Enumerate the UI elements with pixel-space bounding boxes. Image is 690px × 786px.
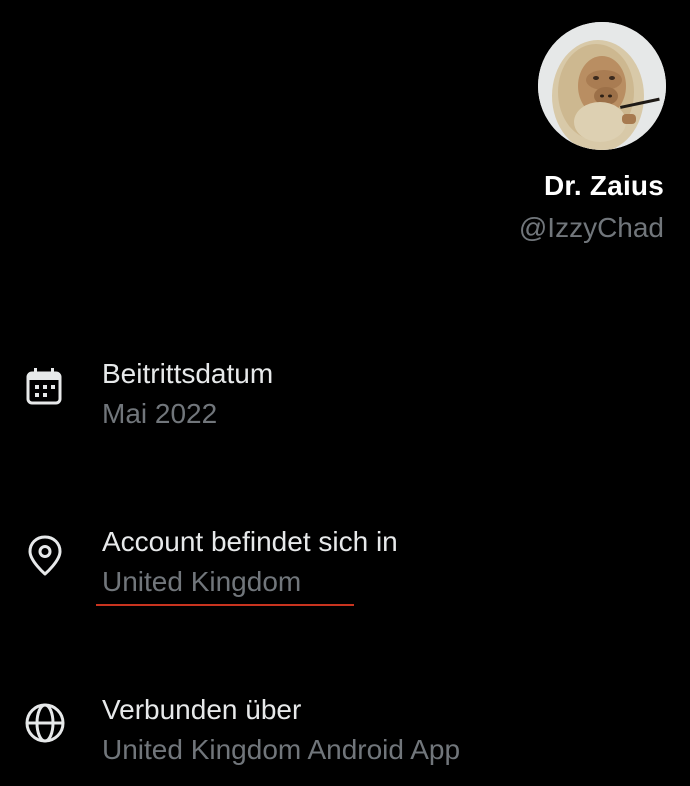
username-handle: @IzzyChad bbox=[518, 212, 664, 243]
avatar-image bbox=[538, 22, 666, 150]
connected-via-texts: Verbunden über United Kingdom Android Ap… bbox=[102, 694, 460, 766]
profile-header: Dr. Zaius @IzzyChad bbox=[404, 22, 666, 244]
display-name: Dr. Zaius bbox=[543, 170, 664, 201]
account-location-texts: Account befindet sich in United Kingdom bbox=[102, 526, 398, 598]
connected-via-value: United Kingdom Android App bbox=[102, 734, 461, 765]
avatar[interactable] bbox=[538, 22, 666, 150]
joined-date-texts: Beitrittsdatum Mai 2022 bbox=[102, 358, 273, 430]
joined-date-row: Beitrittsdatum Mai 2022 bbox=[0, 358, 690, 438]
account-location-label: Account befindet sich in bbox=[102, 526, 398, 557]
account-location-row: Account befindet sich in United Kingdom bbox=[0, 526, 690, 606]
globe-icon bbox=[22, 700, 68, 746]
account-location-value: United Kingdom bbox=[102, 566, 302, 597]
calendar-icon bbox=[22, 364, 68, 410]
connected-via-row: Verbunden über United Kingdom Android Ap… bbox=[0, 694, 690, 774]
joined-date-value: Mai 2022 bbox=[102, 398, 218, 429]
connected-via-label: Verbunden über bbox=[102, 694, 302, 725]
location-pin-icon bbox=[22, 532, 68, 578]
joined-date-label: Beitrittsdatum bbox=[102, 358, 274, 389]
location-underline bbox=[96, 604, 354, 606]
